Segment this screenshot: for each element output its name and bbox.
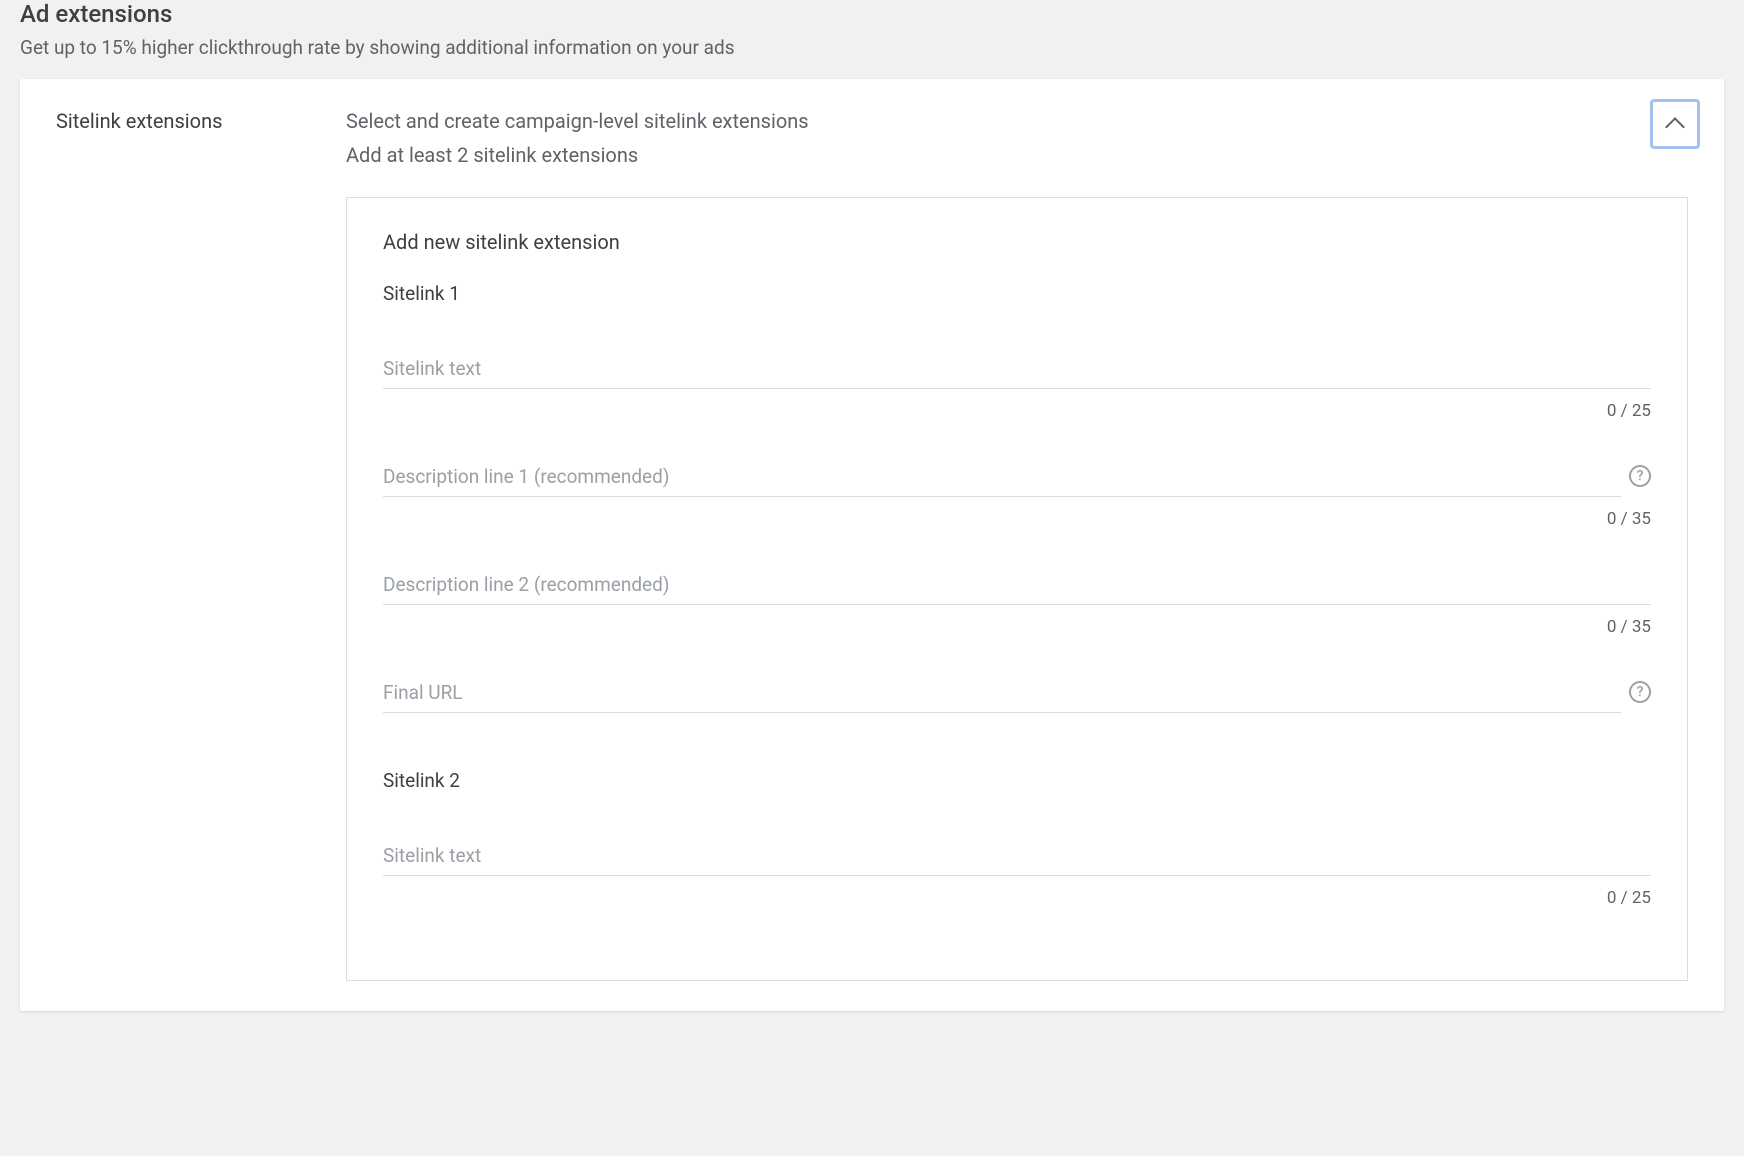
collapse-button[interactable] — [1650, 99, 1700, 149]
section-heading: Select and create campaign-level sitelin… — [346, 109, 1688, 133]
page-title: Ad extensions — [20, 0, 1724, 28]
section-label: Sitelink extensions — [56, 109, 306, 133]
section-content-column: Select and create campaign-level sitelin… — [346, 109, 1688, 981]
sitelink-2-text-field-wrapper: 0 / 25 — [383, 840, 1651, 908]
card-layout: Sitelink extensions Select and create ca… — [56, 109, 1688, 981]
description-1-field-wrapper: ? 0 / 35 — [383, 461, 1651, 529]
sitelink-block-2: Sitelink 2 0 / 25 — [383, 769, 1651, 908]
sitelink-block-1: Sitelink 1 0 / 25 ? — [383, 282, 1651, 713]
sitelink-1-desc2-input[interactable] — [383, 569, 1651, 605]
sitelink-2-title: Sitelink 2 — [383, 769, 1651, 792]
sitelink-2-text-counter: 0 / 25 — [383, 888, 1651, 908]
chevron-up-icon — [1665, 117, 1685, 137]
form-box-title: Add new sitelink extension — [383, 230, 1651, 254]
section-label-column: Sitelink extensions — [56, 109, 306, 981]
help-icon[interactable]: ? — [1629, 465, 1651, 487]
description-2-field-wrapper: 0 / 35 — [383, 569, 1651, 637]
sitelink-extensions-card: Sitelink extensions Select and create ca… — [20, 79, 1724, 1011]
sitelink-text-field-wrapper: 0 / 25 — [383, 353, 1651, 421]
sitelink-form-box: Add new sitelink extension Sitelink 1 0 … — [346, 197, 1688, 981]
section-subheading: Add at least 2 sitelink extensions — [346, 143, 1688, 167]
sitelink-1-desc2-counter: 0 / 35 — [383, 617, 1651, 637]
sitelink-1-text-input[interactable] — [383, 353, 1651, 389]
sitelink-1-text-counter: 0 / 25 — [383, 401, 1651, 421]
sitelink-1-final-url-input[interactable] — [383, 677, 1621, 713]
page-subtitle: Get up to 15% higher clickthrough rate b… — [20, 36, 1724, 59]
sitelink-2-text-input[interactable] — [383, 840, 1651, 876]
sitelink-1-title: Sitelink 1 — [383, 282, 1651, 305]
page-header: Ad extensions Get up to 15% higher click… — [0, 0, 1744, 79]
sitelink-1-desc1-counter: 0 / 35 — [383, 509, 1651, 529]
final-url-field-wrapper: ? — [383, 677, 1651, 713]
sitelink-1-desc1-input[interactable] — [383, 461, 1621, 497]
help-icon[interactable]: ? — [1629, 681, 1651, 703]
